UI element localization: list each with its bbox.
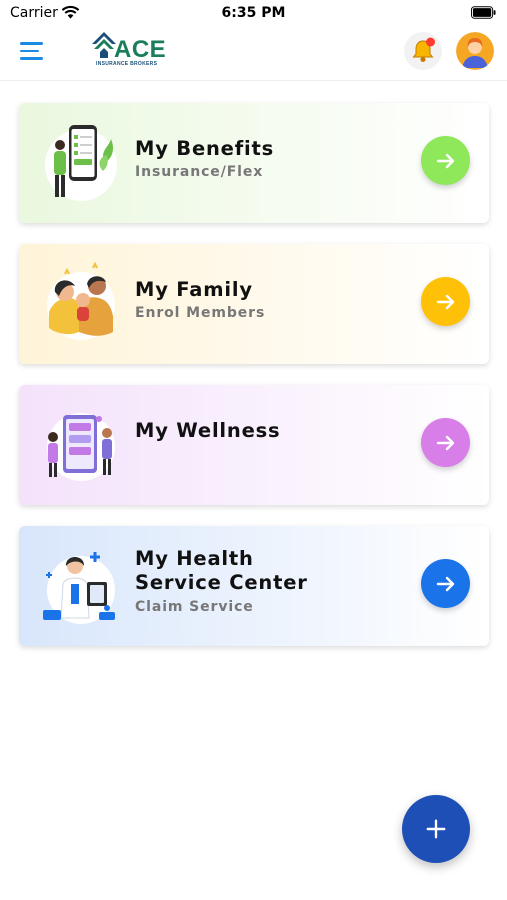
plus-icon [426, 819, 446, 839]
card-subtitle: Insurance/Flex [135, 164, 264, 180]
avatar-icon [456, 32, 494, 70]
card-my-health-service-center[interactable]: My Health Service Center Claim Service [19, 526, 489, 646]
card-my-family[interactable]: My Family Enrol Members [19, 244, 489, 364]
arrow-right-icon [436, 153, 454, 168]
open-wellness-button[interactable] [421, 418, 470, 467]
family-illustration [39, 261, 123, 346]
phone-benefits-illustration [39, 121, 123, 205]
card-text: My Family Enrol Members [135, 278, 405, 321]
card-my-wellness[interactable]: My Wellness [19, 385, 489, 505]
wellness-illustration [39, 403, 123, 487]
clock: 6:35 PM [221, 5, 286, 21]
card-subtitle: Enrol Members [135, 305, 266, 321]
card-text: My Wellness [135, 419, 405, 443]
arrow-right-icon [436, 576, 454, 591]
status-bar: Carrier 6:35 PM [0, 0, 507, 28]
card-my-benefits[interactable]: My Benefits Insurance/Flex [19, 103, 489, 223]
open-benefits-button[interactable] [421, 136, 470, 185]
doctor-illustration [39, 544, 123, 628]
open-family-button[interactable] [421, 277, 470, 326]
open-health-service-button[interactable] [421, 559, 470, 608]
user-avatar[interactable] [456, 32, 494, 70]
bell-icon [412, 37, 435, 62]
add-fab-button[interactable] [402, 795, 470, 863]
hamburger-menu-icon [20, 42, 44, 60]
menu-button[interactable] [20, 42, 44, 64]
card-title: My Family [135, 278, 253, 301]
card-title: My Benefits [135, 137, 274, 160]
card-subtitle: Claim Service [135, 599, 254, 615]
ace-logo: ACE INSURANCE BROKERS [90, 28, 170, 70]
notifications-button[interactable] [404, 32, 442, 70]
card-text: My Health Service Center Claim Service [135, 547, 405, 615]
logo-text: ACE [114, 36, 167, 63]
card-text: My Benefits Insurance/Flex [135, 137, 405, 180]
battery-icon [471, 6, 496, 19]
card-title: My Health Service Center [135, 547, 308, 594]
arrow-right-icon [436, 435, 454, 450]
card-title: My Wellness [135, 419, 281, 442]
logo-subtitle: INSURANCE BROKERS [96, 61, 158, 67]
arrow-right-icon [436, 294, 454, 309]
app-header: ACE INSURANCE BROKERS [0, 28, 507, 81]
